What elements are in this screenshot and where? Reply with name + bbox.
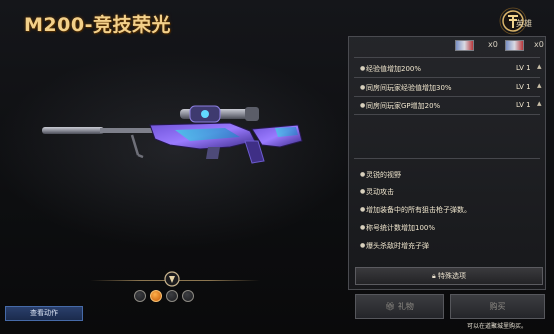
bonus-item[interactable]: ● 同房间玩家经验值增加30% LV 1 ▴ — [358, 81, 543, 94]
buy-button[interactable]: 购买 — [450, 294, 545, 319]
weapon-title: M200-竞技荣光 — [24, 14, 171, 36]
sniper-rifle-image — [42, 105, 303, 164]
bullet-icon: ● — [360, 188, 366, 195]
feature-text: 称号统计数增加100% — [366, 224, 436, 232]
divider — [354, 158, 540, 159]
purchase-note: 可以在道聚城里购买。 — [467, 323, 528, 330]
bonus-text: 同房间玩家经验值增加30% — [366, 84, 452, 92]
feature-text: 灵动攻击 — [366, 188, 394, 196]
game-screen: M200-竞技荣光 英雄 x0 x0 ● 经验值增加200% LV 1 ▴ ● … — [0, 0, 554, 334]
arrow-up-icon: ▴ — [537, 81, 542, 91]
bonus-item[interactable]: ● 同房间玩家GP增加20% LV 1 ▴ — [358, 99, 543, 112]
bullet-icon: ● — [360, 84, 366, 91]
bullet-icon: ● — [360, 171, 366, 178]
bonus-text: 经验值增加200% — [366, 65, 422, 73]
bonus-level: LV 1 — [516, 64, 531, 72]
arrow-up-icon: ▴ — [537, 99, 542, 109]
divider — [354, 57, 540, 58]
bullet-icon: ● — [360, 242, 366, 249]
bonus-item[interactable]: ● 经验值增加200% LV 1 ▴ — [358, 62, 543, 75]
bonus-level: LV 1 — [516, 83, 531, 91]
gift-button[interactable]: 🎁︎ 礼物 — [355, 294, 444, 319]
coupon-icon — [455, 40, 474, 51]
skin-option[interactable] — [134, 290, 146, 302]
coupon-count: x0 — [534, 40, 544, 49]
bonus-text: 同房间玩家GP增加20% — [366, 102, 441, 110]
bullet-icon: ● — [360, 206, 366, 213]
coupon-icon — [505, 40, 524, 51]
divider — [354, 77, 540, 78]
divider — [354, 96, 540, 97]
skin-emblem-icon — [164, 271, 180, 287]
divider — [354, 114, 540, 115]
bullet-icon: ● — [360, 224, 366, 231]
gift-label: 礼物 — [397, 302, 414, 311]
feature-text: 爆头杀敌时增充子弹 — [366, 242, 429, 250]
feature-text: 灵锐的视野 — [366, 171, 401, 179]
view-animation-button[interactable]: 查看动作 — [5, 306, 83, 321]
bullet-icon: ● — [360, 65, 366, 72]
bullet-icon: ● — [360, 102, 366, 109]
hero-label: 英雄 — [516, 19, 532, 28]
skin-option[interactable] — [182, 290, 194, 302]
feature-text: 增加装备中的所有狙击枪子弹数。 — [366, 206, 471, 214]
special-options-button[interactable]: 🔒︎ 特殊选项 — [355, 267, 543, 285]
skin-option[interactable] — [166, 290, 178, 302]
gift-icon: 🎁︎ — [385, 302, 398, 311]
special-options-label: 特殊选项 — [437, 272, 466, 280]
buy-label: 购买 — [489, 302, 506, 311]
skin-option-selected[interactable] — [150, 290, 162, 302]
coupon-count: x0 — [488, 40, 498, 49]
bonus-level: LV 1 — [516, 101, 531, 109]
arrow-up-icon: ▴ — [537, 62, 542, 72]
